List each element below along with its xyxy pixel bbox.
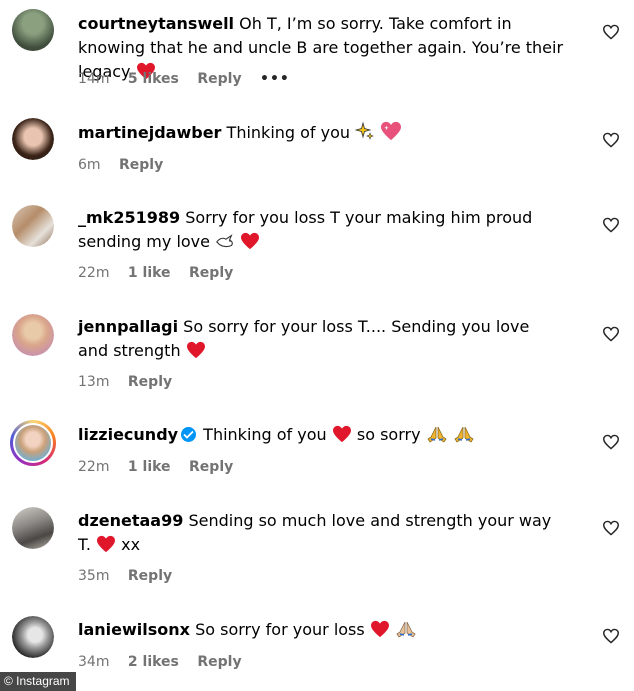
heart-like-icon[interactable]	[602, 326, 620, 342]
heart-like-icon[interactable]	[602, 24, 620, 40]
comment-meta: 35m Reply	[78, 567, 186, 585]
likes-count[interactable]: 5 likes	[128, 71, 179, 87]
reply-link[interactable]: Reply	[197, 71, 241, 87]
timestamp: 13m	[78, 374, 110, 390]
avatar[interactable]	[10, 420, 56, 466]
more-options-icon[interactable]: •••	[260, 71, 290, 87]
comment-body: laniewilsonx So sorry for your loss	[78, 618, 578, 645]
avatar[interactable]	[12, 9, 54, 51]
comment-text: xx	[121, 535, 141, 554]
timestamp: 35m	[78, 568, 110, 584]
comment-body: _mk251989 Sorry for you loss T your maki…	[78, 206, 548, 257]
username[interactable]: lizziecundy	[78, 425, 178, 444]
comment-meta: 22m 1 like Reply	[78, 458, 247, 476]
verified-badge-icon	[181, 427, 197, 442]
comment-body: dzenetaa99 Sending so much love and stre…	[78, 509, 568, 560]
comment-meta: 34m 2 likes Reply	[78, 653, 256, 671]
reply-link[interactable]: Reply	[119, 157, 163, 173]
username[interactable]: jennpallagi	[78, 317, 178, 336]
sparkles-emoji	[354, 121, 375, 148]
reply-link[interactable]: Reply	[189, 459, 233, 475]
comment-body: martinejdawber Thinking of you	[78, 121, 578, 148]
red-heart-emoji	[186, 341, 206, 366]
red-heart-emoji	[96, 535, 116, 560]
timestamp: 14m	[78, 71, 110, 87]
username[interactable]: courtneytanswell	[78, 14, 234, 33]
username[interactable]: martinejdawber	[78, 123, 221, 142]
username[interactable]: _mk251989	[78, 208, 180, 227]
red-heart-emoji	[370, 620, 390, 645]
heart-like-icon[interactable]	[602, 217, 620, 233]
timestamp: 22m	[78, 265, 110, 281]
praying-hands-emoji	[453, 425, 475, 450]
heart-like-icon[interactable]	[602, 434, 620, 450]
username[interactable]: laniewilsonx	[78, 620, 190, 639]
reply-link[interactable]: Reply	[189, 265, 233, 281]
likes-count[interactable]: 1 like	[128, 265, 171, 281]
comment-text: Thinking of you	[226, 123, 351, 142]
red-heart-emoji	[332, 425, 352, 450]
comment-meta: 14m 5 likes Reply •••	[78, 70, 304, 88]
praying-hands-emoji	[426, 425, 448, 450]
heart-like-icon[interactable]	[602, 520, 620, 536]
username[interactable]: dzenetaa99	[78, 511, 183, 530]
reply-link[interactable]: Reply	[128, 568, 172, 584]
avatar[interactable]	[12, 616, 54, 658]
likes-count[interactable]: 1 like	[128, 459, 171, 475]
avatar[interactable]	[12, 205, 54, 247]
instagram-watermark: © Instagram	[0, 672, 76, 691]
red-heart-emoji	[240, 232, 260, 257]
comment-text: Thinking of you	[203, 425, 327, 444]
heart-like-icon[interactable]	[602, 132, 620, 148]
comment-body: lizziecundy Thinking of you so sorry	[78, 423, 578, 450]
praying-hands-emoji	[395, 620, 417, 645]
comment-meta: 13m Reply	[78, 373, 186, 391]
reply-link[interactable]: Reply	[128, 374, 172, 390]
reply-link[interactable]: Reply	[197, 654, 241, 670]
timestamp: 22m	[78, 459, 110, 475]
comment-text: so sorry	[356, 425, 421, 444]
comment-text: So sorry for your loss	[195, 620, 365, 639]
comment-body: jennpallagi So sorry for your loss T....…	[78, 315, 558, 366]
sparkling-heart-emoji	[380, 121, 402, 148]
timestamp: 34m	[78, 654, 110, 670]
comment-meta: 6m Reply	[78, 156, 177, 174]
avatar[interactable]	[12, 507, 54, 549]
likes-count[interactable]: 2 likes	[128, 654, 179, 670]
comment-meta: 22m 1 like Reply	[78, 264, 247, 282]
timestamp: 6m	[78, 157, 101, 173]
avatar[interactable]	[12, 314, 54, 356]
dove-emoji	[215, 232, 235, 257]
avatar[interactable]	[12, 118, 54, 160]
heart-like-icon[interactable]	[602, 628, 620, 644]
